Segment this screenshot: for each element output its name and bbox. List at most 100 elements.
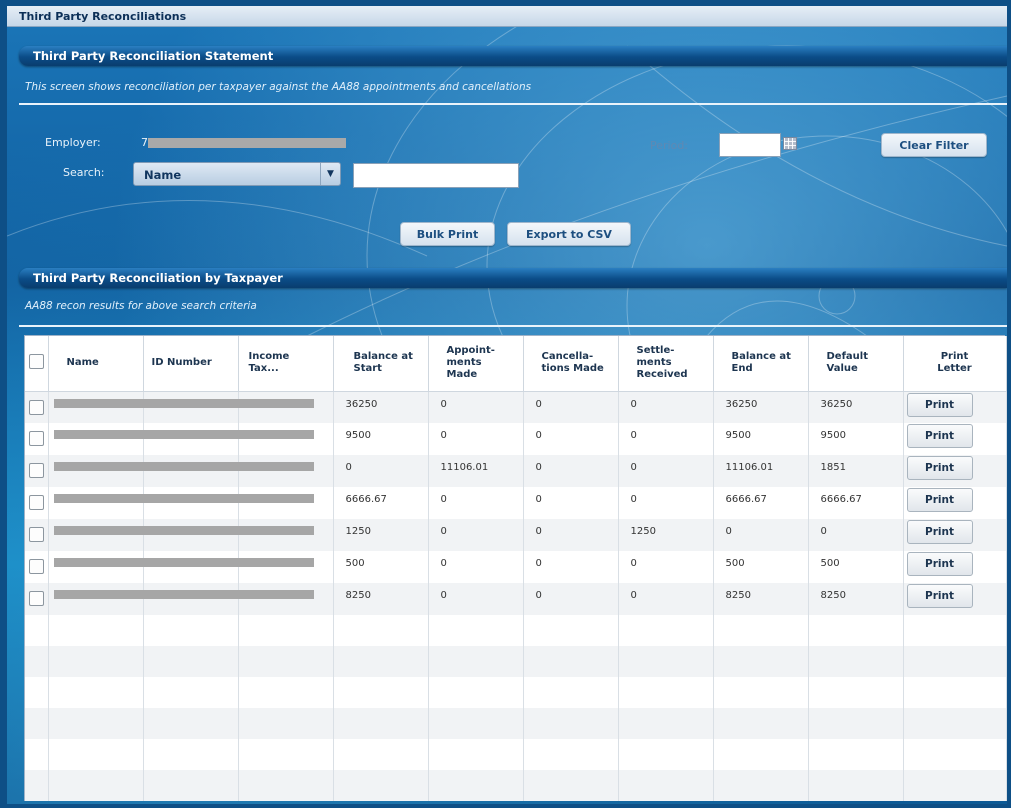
balance-end-cell: 11106.01 bbox=[713, 455, 809, 487]
table-row[interactable]: 500 0 0 0 500 500 Print bbox=[25, 551, 1007, 583]
row-select-cell bbox=[25, 551, 49, 583]
column-header-settlements[interactable]: Settle-ments Received bbox=[618, 336, 714, 392]
table-row[interactable]: 8250 0 0 0 8250 8250 Print bbox=[25, 583, 1007, 615]
row-checkbox[interactable] bbox=[28, 431, 44, 446]
redacted-value bbox=[53, 558, 144, 567]
print-button[interactable]: Print bbox=[906, 456, 973, 480]
empty-cell bbox=[523, 615, 619, 646]
clear-filter-button[interactable]: Clear Filter bbox=[881, 133, 987, 157]
window-title: Third Party Reconciliations bbox=[19, 10, 187, 23]
default-value-cell: 0 bbox=[808, 519, 904, 551]
print-letter-cell: Print bbox=[903, 423, 1007, 455]
print-letter-cell: Print bbox=[903, 455, 1007, 487]
empty-cell bbox=[25, 770, 49, 801]
redacted-value bbox=[143, 494, 239, 503]
search-input[interactable] bbox=[353, 163, 519, 188]
row-checkbox[interactable] bbox=[28, 463, 44, 478]
column-header-balance-start[interactable]: Balance at Start bbox=[333, 336, 429, 392]
empty-cell bbox=[808, 708, 904, 739]
select-all-checkbox[interactable] bbox=[28, 353, 44, 369]
name-cell bbox=[48, 487, 144, 519]
table-row[interactable]: 36250 0 0 0 36250 36250 Print bbox=[25, 391, 1007, 423]
appointments-cell: 0 bbox=[428, 583, 524, 615]
reconciliation-grid: Name ID Number Income Tax... Balance at Start… bbox=[24, 335, 1007, 801]
default-value-cell: 6666.67 bbox=[808, 487, 904, 519]
empty-cell bbox=[238, 770, 334, 801]
empty-cell bbox=[903, 770, 1007, 801]
print-button[interactable]: Print bbox=[906, 488, 973, 512]
empty-cell bbox=[238, 646, 334, 677]
column-header-cancellations[interactable]: Cancella-tions Made bbox=[523, 336, 619, 392]
column-header-id-number[interactable]: ID Number bbox=[143, 336, 239, 392]
column-header-appointments[interactable]: Appoint-ments Made bbox=[428, 336, 524, 392]
table-row[interactable]: 1250 0 0 1250 0 0 Print bbox=[25, 519, 1007, 551]
cancellations-cell: 0 bbox=[523, 391, 619, 423]
empty-row bbox=[25, 615, 1007, 646]
empty-cell bbox=[48, 770, 144, 801]
empty-row bbox=[25, 708, 1007, 739]
redacted-value bbox=[53, 398, 144, 408]
print-letter-cell: Print bbox=[903, 391, 1007, 423]
cancellations-cell: 0 bbox=[523, 455, 619, 487]
empty-cell bbox=[808, 739, 904, 770]
row-checkbox[interactable] bbox=[28, 527, 44, 542]
export-csv-button[interactable]: Export to CSV bbox=[507, 222, 631, 246]
row-select-cell bbox=[25, 423, 49, 455]
row-select-cell bbox=[25, 455, 49, 487]
column-header-income-tax[interactable]: Income Tax... bbox=[238, 336, 334, 392]
name-cell bbox=[48, 391, 144, 423]
empty-cell bbox=[428, 615, 524, 646]
row-select-cell bbox=[25, 519, 49, 551]
empty-cell bbox=[333, 708, 429, 739]
cancellations-cell: 0 bbox=[523, 423, 619, 455]
empty-cell bbox=[903, 615, 1007, 646]
column-header-default-value[interactable]: Default Value bbox=[808, 336, 904, 392]
column-header-name[interactable]: Name bbox=[48, 336, 144, 392]
empty-cell bbox=[903, 677, 1007, 708]
row-checkbox[interactable] bbox=[28, 495, 44, 510]
table-row[interactable]: 0 11106.01 0 0 11106.01 1851 Print bbox=[25, 455, 1007, 487]
empty-cell bbox=[713, 615, 809, 646]
settlements-cell: 0 bbox=[618, 583, 714, 615]
column-header-print-letter[interactable]: Print Letter bbox=[903, 336, 1007, 392]
settlements-cell: 0 bbox=[618, 455, 714, 487]
empty-cell bbox=[808, 677, 904, 708]
empty-cell bbox=[238, 739, 334, 770]
balance-end-cell: 6666.67 bbox=[713, 487, 809, 519]
empty-cell bbox=[903, 646, 1007, 677]
default-value-cell: 1851 bbox=[808, 455, 904, 487]
name-cell bbox=[48, 519, 144, 551]
table-header-row: Name ID Number Income Tax... Balance at Start… bbox=[25, 336, 1007, 392]
search-field-select[interactable]: Name ▼ bbox=[133, 162, 341, 186]
column-header-balance-end[interactable]: Balance at End bbox=[713, 336, 809, 392]
print-letter-cell: Print bbox=[903, 551, 1007, 583]
print-button[interactable]: Print bbox=[906, 552, 973, 576]
print-button[interactable]: Print bbox=[906, 520, 973, 544]
redacted-value bbox=[53, 462, 144, 471]
redacted-value bbox=[238, 494, 314, 503]
redacted-value bbox=[143, 590, 239, 599]
row-checkbox[interactable] bbox=[28, 399, 44, 415]
print-button[interactable]: Print bbox=[906, 392, 973, 417]
empty-cell bbox=[48, 677, 144, 708]
row-checkbox[interactable] bbox=[28, 591, 44, 606]
balance-end-cell: 36250 bbox=[713, 391, 809, 423]
calendar-icon[interactable] bbox=[783, 137, 797, 150]
redacted-value bbox=[53, 430, 144, 439]
row-checkbox[interactable] bbox=[28, 559, 44, 574]
table-row[interactable]: 9500 0 0 0 9500 9500 Print bbox=[25, 423, 1007, 455]
bulk-print-button[interactable]: Bulk Print bbox=[400, 222, 495, 246]
balance-end-cell: 500 bbox=[713, 551, 809, 583]
id-number-cell bbox=[143, 519, 239, 551]
empty-cell bbox=[618, 770, 714, 801]
empty-row bbox=[25, 770, 1007, 801]
empty-cell bbox=[25, 615, 49, 646]
print-button[interactable]: Print bbox=[906, 424, 973, 448]
balance-start-cell: 9500 bbox=[333, 423, 429, 455]
select-all-header bbox=[25, 336, 49, 392]
balance-end-cell: 0 bbox=[713, 519, 809, 551]
table-row[interactable]: 6666.67 0 0 0 6666.67 6666.67 Print bbox=[25, 487, 1007, 519]
empty-row bbox=[25, 677, 1007, 708]
period-input[interactable] bbox=[719, 133, 781, 157]
print-button[interactable]: Print bbox=[906, 584, 973, 608]
